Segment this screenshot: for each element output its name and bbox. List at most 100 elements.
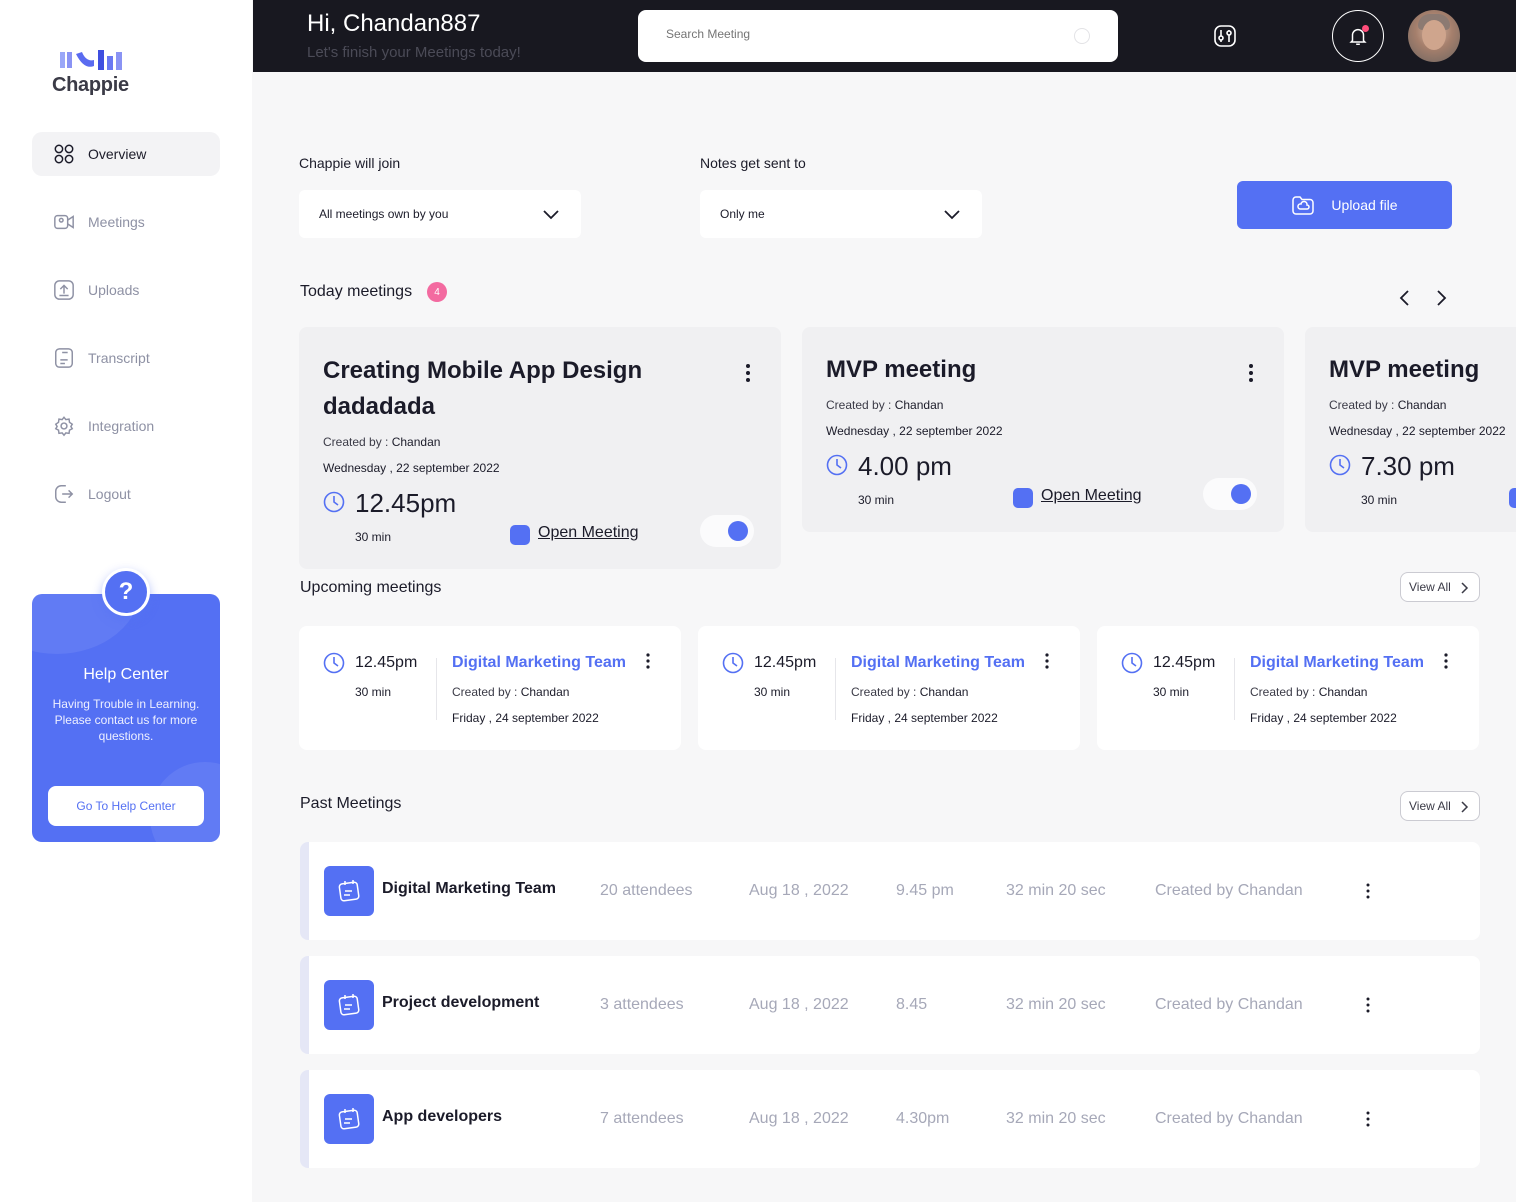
chevron-left-icon[interactable]	[1396, 289, 1414, 307]
more-vertical-icon[interactable]	[1248, 363, 1254, 383]
meeting-time: 4.30pm	[896, 1110, 950, 1127]
meeting-name-link[interactable]: Digital Marketing Team	[452, 654, 626, 672]
meeting-date: Friday , 24 september 2022	[851, 711, 998, 725]
more-vertical-icon[interactable]	[1443, 652, 1449, 670]
upcoming-meeting-card[interactable]: 12.45pm 30 min Digital Marketing Team Cr…	[299, 626, 681, 750]
logout-icon	[52, 482, 76, 506]
meeting-duration: 30 min	[1153, 685, 1190, 699]
upcoming-meeting-card[interactable]: 12.45pm 30 min Digital Marketing Team Cr…	[1097, 626, 1479, 750]
notifications-button[interactable]	[1332, 10, 1384, 62]
sidebar-item-label: Integration	[88, 418, 155, 434]
divider	[835, 658, 836, 720]
grid-icon	[52, 142, 76, 166]
filter-settings-icon[interactable]	[1213, 24, 1237, 48]
clock-icon	[1121, 652, 1143, 674]
sidebar-item-uploads[interactable]: Uploads	[32, 268, 220, 312]
sidebar-item-meetings[interactable]: Meetings	[32, 200, 220, 244]
auto-join-toggle[interactable]	[700, 515, 754, 547]
clock-icon	[323, 491, 345, 513]
search-icon[interactable]	[1074, 28, 1090, 44]
sidebar-item-logout[interactable]: Logout	[32, 472, 220, 516]
more-vertical-icon[interactable]	[1044, 652, 1050, 670]
upcoming-view-all-button[interactable]: View All	[1400, 572, 1480, 602]
app-logo[interactable]: Chappie	[52, 48, 142, 98]
clock-icon	[323, 652, 345, 674]
meeting-length: 32 min 20 sec	[1006, 882, 1106, 899]
sidebar-item-overview[interactable]: Overview	[32, 132, 220, 176]
sidebar-item-integration[interactable]: Integration	[32, 404, 220, 448]
sidebar-item-label: Meetings	[88, 214, 145, 230]
search-input[interactable]	[666, 27, 1066, 41]
more-vertical-icon[interactable]	[1365, 1110, 1371, 1128]
more-vertical-icon[interactable]	[1365, 882, 1371, 900]
view-all-label: View All	[1409, 799, 1451, 813]
folder-upload-icon	[1292, 196, 1315, 215]
meeting-creator: Created by Chandan	[1155, 1110, 1303, 1127]
today-meeting-card[interactable]: Creating Mobile App Design dadadada Crea…	[299, 327, 781, 569]
top-bar: Hi, Chandan887 Let's finish your Meeting…	[253, 0, 1516, 72]
upcoming-meeting-card[interactable]: 12.45pm 30 min Digital Marketing Team Cr…	[698, 626, 1080, 750]
sidebar-item-transcript[interactable]: Transcript	[32, 336, 220, 380]
meeting-time: 12.45pm	[754, 654, 817, 671]
more-vertical-icon[interactable]	[645, 652, 651, 670]
divider	[436, 658, 437, 720]
notification-dot	[1362, 25, 1369, 32]
go-to-help-center-button[interactable]: Go To Help Center	[48, 786, 204, 826]
video-icon	[52, 210, 76, 234]
help-center-title: Help Center	[83, 666, 169, 683]
meeting-creator: Created by Chandan	[1155, 996, 1303, 1013]
meeting-time: 9.45 pm	[896, 882, 954, 899]
past-view-all-button[interactable]: View All	[1400, 791, 1480, 821]
more-vertical-icon[interactable]	[1365, 996, 1371, 1014]
meeting-time: 12.45pm	[355, 654, 418, 671]
meeting-date: Wednesday , 22 september 2022	[323, 461, 500, 475]
open-meeting-link[interactable]: Open Meeting	[1041, 487, 1142, 505]
meeting-attendees: 7 attendees	[600, 1110, 684, 1127]
avatar-face	[1422, 20, 1446, 50]
help-center-card: Help Center Having Trouble in Learning. …	[32, 594, 220, 842]
divider	[1234, 658, 1235, 720]
meeting-length: 32 min 20 sec	[1006, 1110, 1106, 1127]
sidebar-item-label: Overview	[88, 146, 147, 162]
meeting-created-by: Created by : Chandan	[1250, 685, 1368, 699]
upload-file-button[interactable]: Upload file	[1237, 181, 1452, 229]
meeting-duration: 30 min	[858, 493, 895, 507]
search-box[interactable]	[638, 10, 1118, 62]
meeting-date: Wednesday , 22 september 2022	[826, 424, 1003, 438]
sidebar-nav: Overview Meetings Uploads Transcript Int…	[32, 132, 220, 540]
past-meeting-row[interactable]: Digital Marketing Team 20 attendees Aug …	[300, 842, 1480, 940]
chevron-right-icon[interactable]	[1432, 289, 1450, 307]
upload-icon	[52, 278, 76, 302]
auto-join-toggle[interactable]	[1203, 478, 1257, 510]
question-mark-icon: ?	[102, 568, 150, 616]
meeting-created-by: Created by : Chandan	[826, 398, 944, 412]
meeting-duration: 30 min	[355, 685, 392, 699]
row-accent	[300, 956, 309, 1054]
today-meeting-card[interactable]: MVP meeting Created by : Chandan Wednesd…	[1305, 327, 1516, 532]
open-meeting-link[interactable]: Open Meeting	[538, 524, 639, 542]
meeting-duration: 30 min	[1361, 493, 1398, 507]
greeting-title: Hi, Chandan887	[307, 10, 481, 37]
notes-select[interactable]: Only me	[700, 190, 982, 238]
user-avatar[interactable]	[1408, 10, 1460, 62]
upload-file-label: Upload file	[1331, 197, 1398, 213]
meeting-title: MVP meeting	[826, 356, 977, 383]
meeting-name: Digital Marketing Team	[382, 880, 556, 897]
today-meeting-card[interactable]: MVP meeting Created by : Chandan Wednesd…	[802, 327, 1284, 532]
meeting-duration: 30 min	[355, 530, 392, 544]
meeting-name-link[interactable]: Digital Marketing Team	[851, 654, 1025, 672]
meeting-date: Aug 18 , 2022	[749, 996, 849, 1013]
chevron-down-icon	[944, 210, 960, 220]
join-select[interactable]: All meetings own by you	[299, 190, 581, 238]
today-count-badge: 4	[427, 282, 447, 302]
meeting-name: App developers	[382, 1108, 503, 1125]
past-meeting-row[interactable]: Project development 3 attendees Aug 18 ,…	[300, 956, 1480, 1054]
chevron-right-icon	[1461, 582, 1469, 594]
meeting-attendees: 20 attendees	[600, 882, 693, 899]
today-meetings-title: Today meetings	[300, 283, 413, 300]
gear-icon	[52, 414, 76, 438]
chevron-right-icon	[1461, 801, 1469, 813]
meeting-name-link[interactable]: Digital Marketing Team	[1250, 654, 1424, 672]
past-meeting-row[interactable]: App developers 7 attendees Aug 18 , 2022…	[300, 1070, 1480, 1168]
more-vertical-icon[interactable]	[745, 363, 751, 383]
